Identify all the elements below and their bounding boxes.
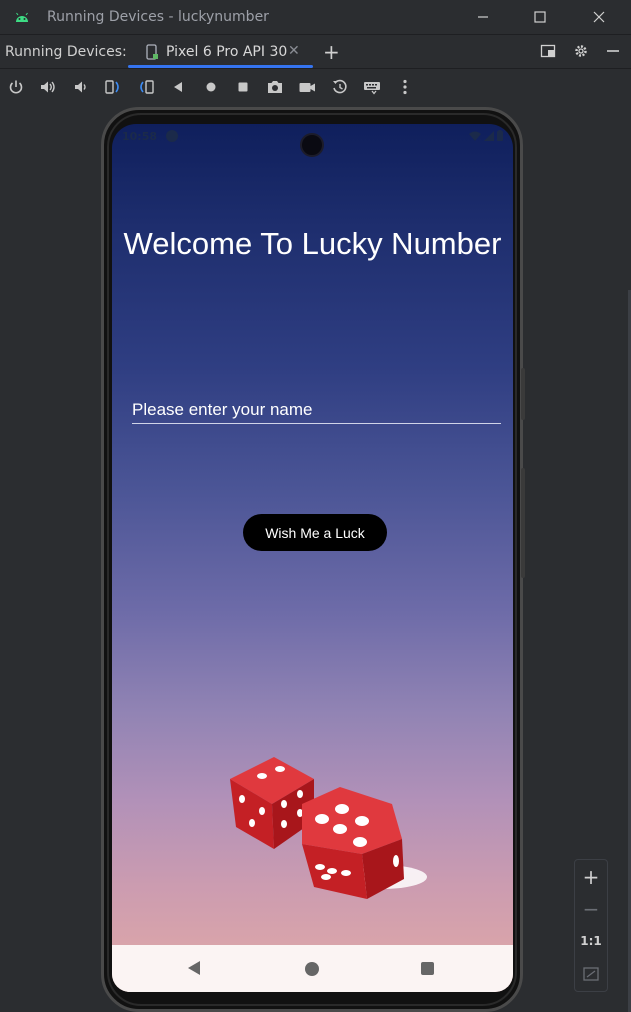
name-input[interactable] — [132, 396, 501, 424]
minimize-button[interactable] — [471, 5, 495, 29]
nav-back-icon[interactable] — [188, 961, 200, 975]
close-button[interactable] — [587, 5, 611, 29]
maximize-button[interactable] — [528, 5, 552, 29]
status-time: 10:58 — [122, 130, 158, 143]
minimize-icon — [478, 16, 488, 18]
screen-record-icon[interactable] — [298, 78, 316, 96]
home-icon[interactable] — [202, 78, 220, 96]
zoom-in-button[interactable]: + — [575, 862, 607, 892]
device-volume-button — [521, 468, 525, 578]
keyboard-icon[interactable] — [363, 78, 381, 96]
layout-icon[interactable] — [539, 43, 557, 61]
status-icons — [469, 130, 503, 141]
close-icon — [593, 11, 605, 23]
dice-illustration — [230, 757, 427, 899]
device-screen[interactable]: 10:58 Welcome To Lucky Number Wish Me a … — [112, 124, 513, 992]
overview-icon[interactable] — [234, 78, 252, 96]
fit-screen-icon — [583, 967, 599, 981]
wish-me-a-luck-button[interactable]: Wish Me a Luck — [243, 514, 387, 551]
android-nav-bar — [112, 945, 513, 992]
tool-window-label: Running Devices: — [5, 44, 127, 60]
welcome-heading: Welcome To Lucky Number — [123, 226, 502, 261]
battery-icon — [497, 130, 503, 141]
maximize-icon — [534, 11, 546, 23]
nav-recents-icon[interactable] — [421, 962, 434, 975]
zoom-actual-size-button[interactable]: 1:1 — [575, 926, 607, 956]
android-icon — [16, 12, 28, 22]
screenshot-icon[interactable] — [266, 78, 284, 96]
camera-cutout — [300, 133, 324, 157]
zoom-fit-button[interactable] — [575, 959, 607, 989]
zoom-controls: + − 1:1 — [574, 859, 608, 992]
tab-close-icon[interactable]: ✕ — [288, 43, 300, 59]
device-power-button — [521, 368, 525, 420]
google-icon — [166, 130, 178, 142]
volume-down-icon[interactable] — [72, 78, 90, 96]
nav-home-icon[interactable] — [305, 962, 319, 976]
wifi-icon — [469, 131, 481, 141]
snapshot-icon[interactable] — [331, 78, 349, 96]
power-icon[interactable] — [7, 78, 25, 96]
active-tab-indicator — [128, 65, 313, 68]
rotate-right-icon[interactable] — [137, 78, 155, 96]
add-tab-icon[interactable]: + — [323, 40, 340, 64]
back-icon[interactable] — [169, 78, 187, 96]
hide-icon[interactable] — [604, 43, 622, 61]
title-bar: Running Devices - luckynumber — [0, 0, 631, 35]
zoom-out-button[interactable]: − — [575, 894, 607, 924]
window-title: Running Devices - luckynumber — [47, 9, 269, 25]
rotate-left-icon[interactable] — [104, 78, 122, 96]
tab-pixel-6-pro[interactable]: Pixel 6 Pro API 30 ✕ — [128, 35, 313, 69]
device-icon — [146, 44, 158, 60]
more-icon[interactable] — [396, 78, 414, 96]
gear-icon[interactable] — [572, 43, 590, 61]
device-toolbar — [0, 70, 631, 104]
tool-window-tabbar: Running Devices: Pixel 6 Pro API 30 ✕ + — [0, 35, 631, 69]
signal-icon — [484, 130, 494, 141]
ide-window: Running Devices - luckynumber Running De… — [0, 0, 631, 1012]
volume-up-icon[interactable] — [39, 78, 57, 96]
back-die — [230, 757, 314, 849]
tab-label: Pixel 6 Pro API 30 — [166, 44, 288, 60]
front-die — [302, 787, 404, 899]
